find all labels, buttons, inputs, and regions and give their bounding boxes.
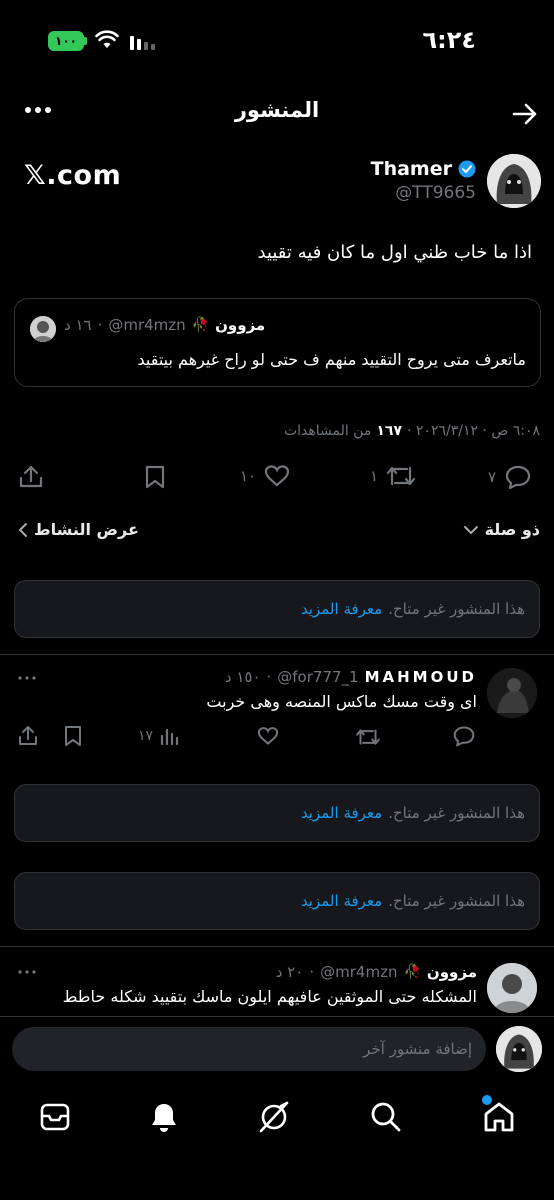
heart-icon — [264, 464, 290, 488]
reply-text: المشكله حتى الموثقين عافيهم ايلون ماسك ب… — [62, 987, 477, 1006]
reply-views-count: ١٧ — [138, 728, 154, 744]
reply-count: ٧ — [488, 468, 497, 486]
wifi-icon — [95, 30, 119, 50]
notifications-icon[interactable] — [149, 1101, 179, 1133]
chevron-left-icon — [18, 522, 28, 538]
status-time: ٦:٢٤ — [422, 26, 476, 54]
reply-author-name[interactable]: MAHMOUD — [365, 668, 477, 686]
analytics-icon — [159, 726, 179, 746]
quote-time: ١٦ د — [64, 316, 92, 334]
reply-time: ٢٠ د — [275, 963, 304, 981]
reply-author-handle[interactable]: @mr4mzn — [320, 963, 397, 981]
views-count: ١٦٧ — [376, 423, 402, 439]
bookmark-icon[interactable] — [143, 464, 167, 490]
unavailable-text: هذا المنشور غير متاح. — [388, 600, 525, 618]
post-meta: ٦:٠٨ ص · ٢٠٢٦/٣/١٢ · ١٦٧ من المشاهدات — [284, 423, 540, 439]
reply-header: مزوون 🥀 @mr4mzn · ٢٠ د — [275, 963, 477, 981]
reply-item[interactable]: مزوون 🥀 @mr4mzn · ٢٠ د المشكله حتى الموث… — [0, 947, 554, 1016]
reply-header: MAHMOUD @for777_1 · ١٥٠ د — [224, 668, 477, 686]
quote-author-handle: @mr4mzn — [108, 316, 186, 334]
repost-button[interactable]: ١ — [370, 464, 416, 488]
home-icon[interactable] — [482, 1100, 516, 1134]
battery-level: ١٠٠ — [55, 34, 77, 48]
unavailable-post-card: هذا المنشور غير متاح. معرفة المزيد — [14, 872, 540, 930]
chevron-down-icon — [463, 525, 479, 535]
quote-author-avatar — [30, 316, 56, 342]
author-avatar[interactable] — [487, 154, 541, 208]
quote-header: مزوون 🥀 @mr4mzn · ١٦ د — [64, 316, 266, 334]
reply-bookmark-icon[interactable] — [63, 725, 83, 747]
like-count: ١٠ — [240, 467, 257, 485]
home-unread-dot — [482, 1095, 492, 1105]
quote-text: ماتعرف متى يروح التقييد منهم ف حتى لو را… — [137, 350, 527, 369]
battery-icon: ١٠٠ — [48, 31, 84, 51]
cellular-icon — [128, 32, 158, 50]
messages-icon[interactable] — [39, 1102, 71, 1132]
rose-emoji: 🥀 — [191, 317, 210, 333]
learn-more-link[interactable]: معرفة المزيد — [301, 892, 382, 910]
reply-repost-icon[interactable] — [355, 727, 381, 747]
unavailable-text: هذا المنشور غير متاح. — [388, 892, 525, 910]
comment-icon — [504, 464, 532, 490]
unavailable-text: هذا المنشور غير متاح. — [388, 804, 525, 822]
unavailable-post-card: هذا المنشور غير متاح. معرفة المزيد — [14, 784, 540, 842]
divider — [0, 654, 554, 655]
reply-author-handle[interactable]: @for777_1 — [277, 668, 358, 686]
reply-time: ١٥٠ د — [224, 668, 261, 686]
verified-badge-icon — [458, 160, 476, 178]
learn-more-link[interactable]: معرفة المزيد — [301, 804, 382, 822]
search-icon[interactable] — [370, 1101, 402, 1133]
reply-button[interactable]: ٧ — [488, 464, 532, 490]
repost-icon — [386, 464, 416, 488]
quoted-post-card[interactable] — [14, 298, 541, 387]
divider — [0, 1016, 554, 1017]
reply-avatar[interactable] — [487, 668, 537, 718]
like-button[interactable]: ١٠ — [240, 464, 290, 488]
learn-more-link[interactable]: معرفة المزيد — [301, 600, 382, 618]
rose-emoji: 🥀 — [403, 964, 421, 980]
reply-heart-icon[interactable] — [257, 726, 279, 746]
author-name-row[interactable]: Thamer — [371, 158, 476, 180]
reply-avatar[interactable] — [487, 963, 537, 1013]
author-handle[interactable]: @TT9665 — [395, 183, 476, 203]
x-watermark: 𝕏.com — [24, 160, 122, 191]
compose-placeholder: إضافة منشور آخر — [363, 1040, 472, 1058]
reply-more-icon[interactable] — [18, 970, 36, 974]
reply-comment-icon[interactable] — [452, 725, 476, 747]
post-text: اذا ما خاب ظني اول ما كان فيه تقييد — [257, 242, 532, 263]
page-title: المنشور — [234, 98, 320, 122]
reply-author-name[interactable]: مزوون — [427, 963, 477, 981]
unavailable-post-card: هذا المنشور غير متاح. معرفة المزيد — [14, 580, 540, 638]
compose-avatar — [496, 1026, 542, 1072]
reply-share-icon[interactable] — [17, 725, 39, 747]
view-activity-link[interactable]: عرض النشاط — [18, 520, 139, 539]
repost-count: ١ — [370, 467, 379, 485]
grok-icon[interactable] — [257, 1100, 291, 1134]
author-name: Thamer — [370, 158, 452, 180]
post-timestamp: ٦:٠٨ ص · ٢٠٢٦/٣/١٢ · — [407, 423, 540, 439]
quote-author-name: مزوون — [215, 316, 266, 334]
views-label: من المشاهدات — [283, 423, 372, 439]
sort-label: ذو صلة — [484, 520, 540, 539]
battery-cap — [84, 37, 87, 45]
reply-text: اى وقت مسك ماكس المنصه وهى خربت — [206, 692, 477, 711]
back-arrow-icon[interactable] — [512, 102, 538, 126]
reply-views[interactable]: ١٧ — [138, 726, 179, 746]
view-activity-label: عرض النشاط — [34, 520, 139, 539]
sort-dropdown[interactable]: ذو صلة — [463, 520, 540, 539]
compose-input[interactable]: إضافة منشور آخر — [12, 1027, 486, 1071]
reply-more-icon[interactable] — [18, 676, 36, 680]
share-icon[interactable] — [18, 464, 44, 490]
